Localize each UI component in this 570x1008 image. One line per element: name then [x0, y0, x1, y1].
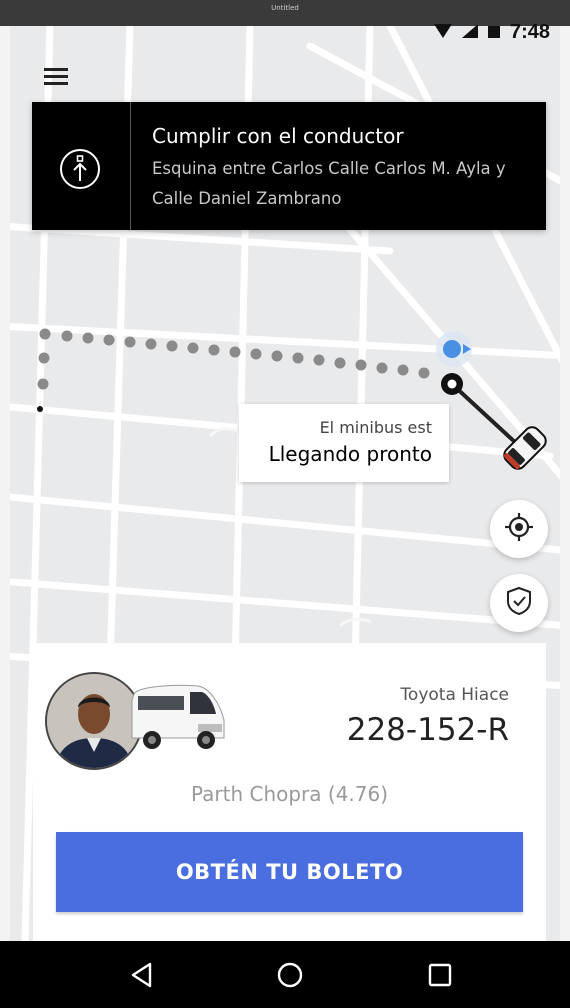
home-circle-icon[interactable]: [272, 959, 308, 991]
safety-button[interactable]: [490, 574, 548, 632]
battery-icon: [487, 23, 500, 42]
vehicle-model: Toyota Hiace: [400, 685, 509, 705]
eta-status: El minibus est: [319, 418, 432, 437]
system-nav-bar: [0, 941, 570, 1008]
vehicle-image: [128, 680, 228, 754]
driver-name-rating: Parth Chopra (4.76): [190, 782, 389, 806]
banner-title: Cumplir con el conductor: [152, 124, 404, 148]
walk-to-pickup-icon: [58, 147, 102, 191]
status-bar: 7:48: [10, 21, 560, 46]
menu-button[interactable]: [44, 66, 68, 86]
recents-square-icon[interactable]: [422, 959, 458, 991]
pickup-instruction-banner: Cumplir con el conductor Esquina entre C…: [32, 102, 546, 230]
crosshair-icon: [504, 512, 534, 546]
eta-arrival: Llegando pronto: [268, 442, 432, 466]
eta-card: El minibus est Llegando pronto: [239, 404, 449, 482]
banner-divider: [130, 102, 131, 230]
back-triangle-icon[interactable]: [124, 959, 160, 991]
license-plate: 228-152-R: [346, 712, 509, 748]
status-time: 7:48: [509, 20, 550, 43]
frame-left: [0, 26, 10, 941]
wifi-icon: [433, 23, 452, 42]
shield-check-icon: [505, 586, 533, 620]
locate-me-button[interactable]: [490, 500, 548, 558]
signal-icon: [461, 23, 478, 42]
frame-right: [560, 26, 570, 941]
banner-subtitle: Esquina entre Carlos Calle Carlos M. Ayl…: [152, 159, 506, 208]
get-ticket-button[interactable]: OBTÉN TU BOLETO: [56, 832, 523, 912]
window-title: Untitled: [271, 4, 299, 12]
